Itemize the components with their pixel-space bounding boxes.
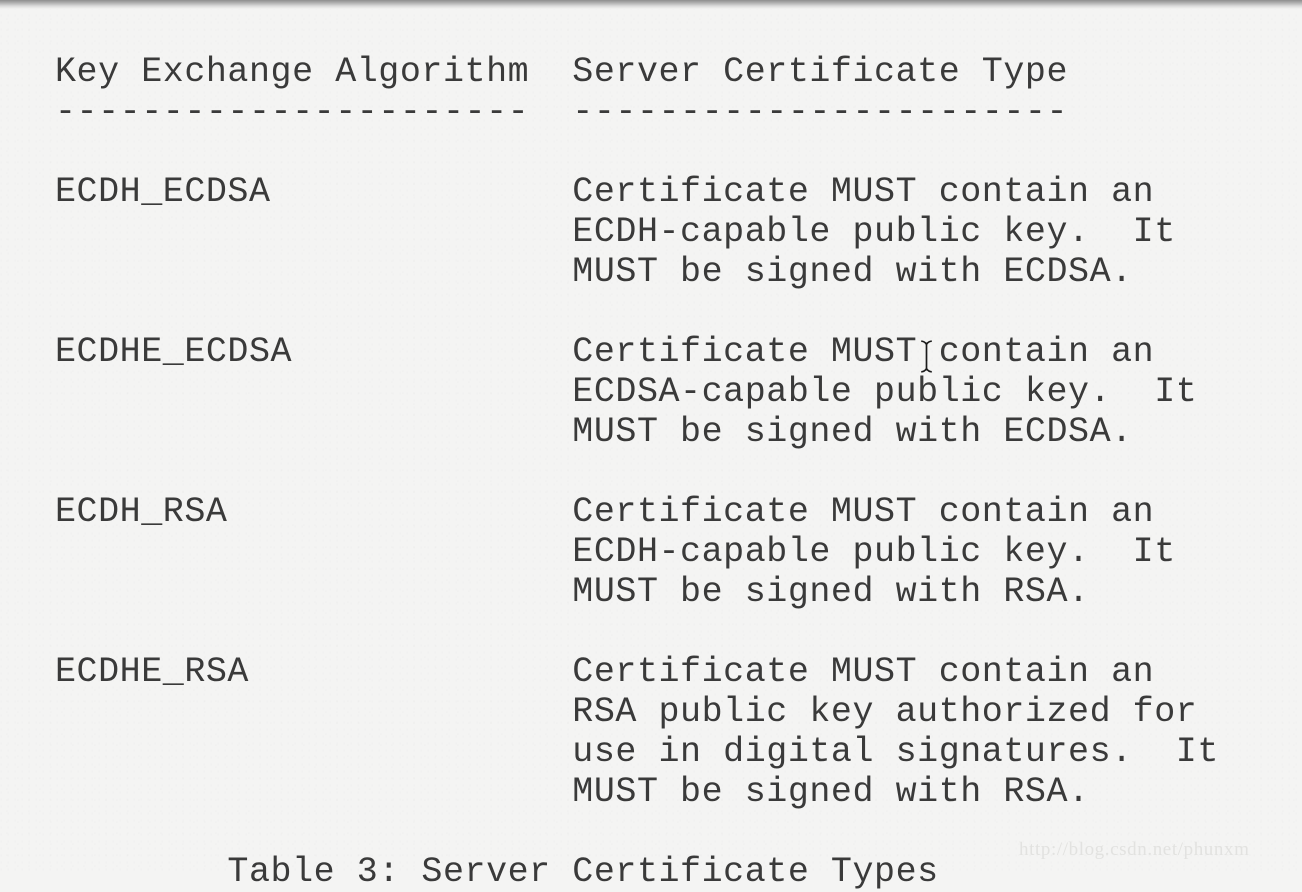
table-header-rule: ---------------------- -----------------… [55, 92, 1069, 132]
table-row-continuation: ECDH-capable public key. It [55, 212, 1176, 252]
table-row: ECDHE_ECDSA Certificate MUST contain an [55, 332, 1155, 372]
certificate-types-table: Key Exchange Algorithm Server Certificat… [55, 52, 1255, 812]
table-caption: Table 3: Server Certificate Types [55, 852, 939, 892]
table-row-continuation: RSA public key authorized for [55, 692, 1198, 732]
table-row-continuation: ECDSA-capable public key. It [55, 372, 1198, 412]
table-row-continuation: MUST be signed with RSA. [55, 572, 1090, 612]
table-header-row: Key Exchange Algorithm Server Certificat… [55, 52, 1069, 92]
table-row-continuation: ECDH-capable public key. It [55, 532, 1176, 572]
table-row-continuation: use in digital signatures. It [55, 732, 1219, 772]
table-row: ECDHE_RSA Certificate MUST contain an [55, 652, 1155, 692]
watermark-url: http://blog.csdn.net/phunxm [1019, 839, 1250, 860]
table-row: ECDH_ECDSA Certificate MUST contain an [55, 172, 1155, 212]
table-row: ECDH_RSA Certificate MUST contain an [55, 492, 1155, 532]
table-row-continuation: MUST be signed with ECDSA. [55, 412, 1133, 452]
table-row-continuation: MUST be signed with ECDSA. [55, 252, 1133, 292]
top-edge-gradient [0, 0, 1302, 9]
table-row-continuation: MUST be signed with RSA. [55, 772, 1090, 812]
